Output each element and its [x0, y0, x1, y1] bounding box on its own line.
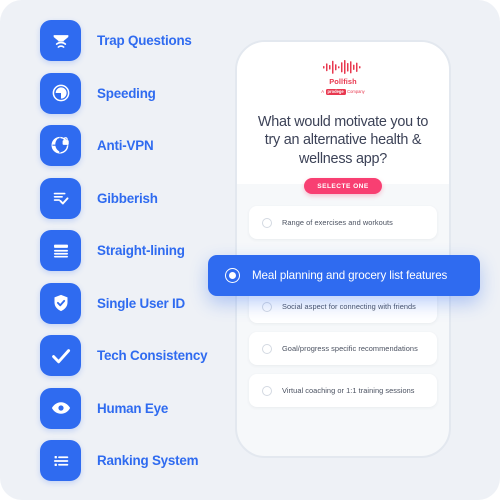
list-icon [40, 440, 81, 481]
feature-label: Straight-lining [97, 243, 185, 258]
feature-label: Speeding [97, 85, 156, 101]
feature-label: Tech Consistency [97, 348, 208, 363]
tagline-brand: prodege [325, 88, 346, 95]
survey-option-label: Virtual coaching or 1:1 training session… [282, 386, 415, 395]
document-check-icon [40, 177, 81, 219]
feature-item-trap-questions[interactable]: Trap Questions [40, 20, 235, 61]
logo-tagline: A prodege Company [321, 88, 365, 95]
feature-item-single-user-id[interactable]: Single User ID [40, 282, 235, 324]
radio-unselected-icon[interactable] [262, 343, 272, 354]
illustration-canvas: Trap Questions Speeding Anti-VPN Gibberi… [0, 0, 500, 500]
feature-label: Human Eye [97, 400, 169, 416]
radio-unselected-icon[interactable] [262, 301, 272, 312]
survey-question: What would motivate you to try an altern… [257, 113, 429, 167]
survey-option-row[interactable]: Virtual coaching or 1:1 training session… [249, 374, 437, 407]
feature-item-straight-lining[interactable]: Straight-lining [40, 230, 235, 271]
badge-area: SELECTE ONE [237, 175, 449, 194]
radio-unselected-icon[interactable] [262, 385, 272, 396]
feature-item-anti-vpn[interactable]: Anti-VPN [40, 125, 235, 166]
feature-label: Trap Questions [97, 33, 192, 48]
funnel-waves-icon [40, 20, 81, 61]
feature-item-tech-consistency[interactable]: Tech Consistency [40, 335, 235, 376]
survey-option-label: Goal/progress specific recommendations [282, 344, 418, 353]
radio-unselected-icon[interactable] [262, 217, 272, 228]
highlighted-option-label: Meal planning and grocery list features [252, 269, 448, 282]
waveform-logo-icon [323, 60, 361, 74]
feature-label: Single User ID [97, 295, 185, 311]
highlighted-survey-option[interactable]: Meal planning and grocery list features [208, 255, 480, 296]
survey-option-label: Range of exercises and workouts [282, 218, 393, 227]
feature-item-speeding[interactable]: Speeding [40, 72, 235, 114]
feature-label: Gibberish [97, 190, 158, 206]
logo-wordmark: Pollfish [329, 77, 357, 86]
survey-option-row[interactable]: Goal/progress specific recommendations [249, 332, 437, 365]
feature-item-ranking-system[interactable]: Ranking System [40, 440, 235, 481]
feature-item-human-eye[interactable]: Human Eye [40, 387, 235, 429]
feature-label: Anti-VPN [97, 138, 154, 153]
radio-dot [229, 272, 236, 279]
feature-label: Ranking System [97, 453, 199, 468]
status-badge: SELECTE ONE [304, 178, 382, 194]
radio-selected-icon[interactable] [225, 268, 240, 283]
tagline-prefix: A [321, 89, 325, 94]
feature-list: Trap Questions Speeding Anti-VPN Gibberi… [40, 20, 235, 493]
globe-lock-icon [40, 125, 81, 166]
survey-options-list: Range of exercises and workouts Meal pla… [237, 194, 449, 407]
tagline-suffix: Company [347, 89, 365, 94]
survey-option-label: Social aspect for connecting with friend… [282, 302, 416, 311]
survey-header: Pollfish A prodege Company What would mo… [237, 42, 449, 184]
lines-block-icon [40, 230, 81, 271]
phone-mockup: Pollfish A prodege Company What would mo… [235, 40, 451, 458]
eye-icon [40, 387, 81, 429]
checkmark-icon [40, 335, 81, 376]
feature-item-gibberish[interactable]: Gibberish [40, 177, 235, 219]
survey-option-row[interactable]: Range of exercises and workouts [249, 206, 437, 239]
shield-check-icon [40, 282, 81, 324]
pollfish-logo: Pollfish A prodege Company [253, 60, 433, 95]
stopwatch-icon [40, 72, 81, 114]
